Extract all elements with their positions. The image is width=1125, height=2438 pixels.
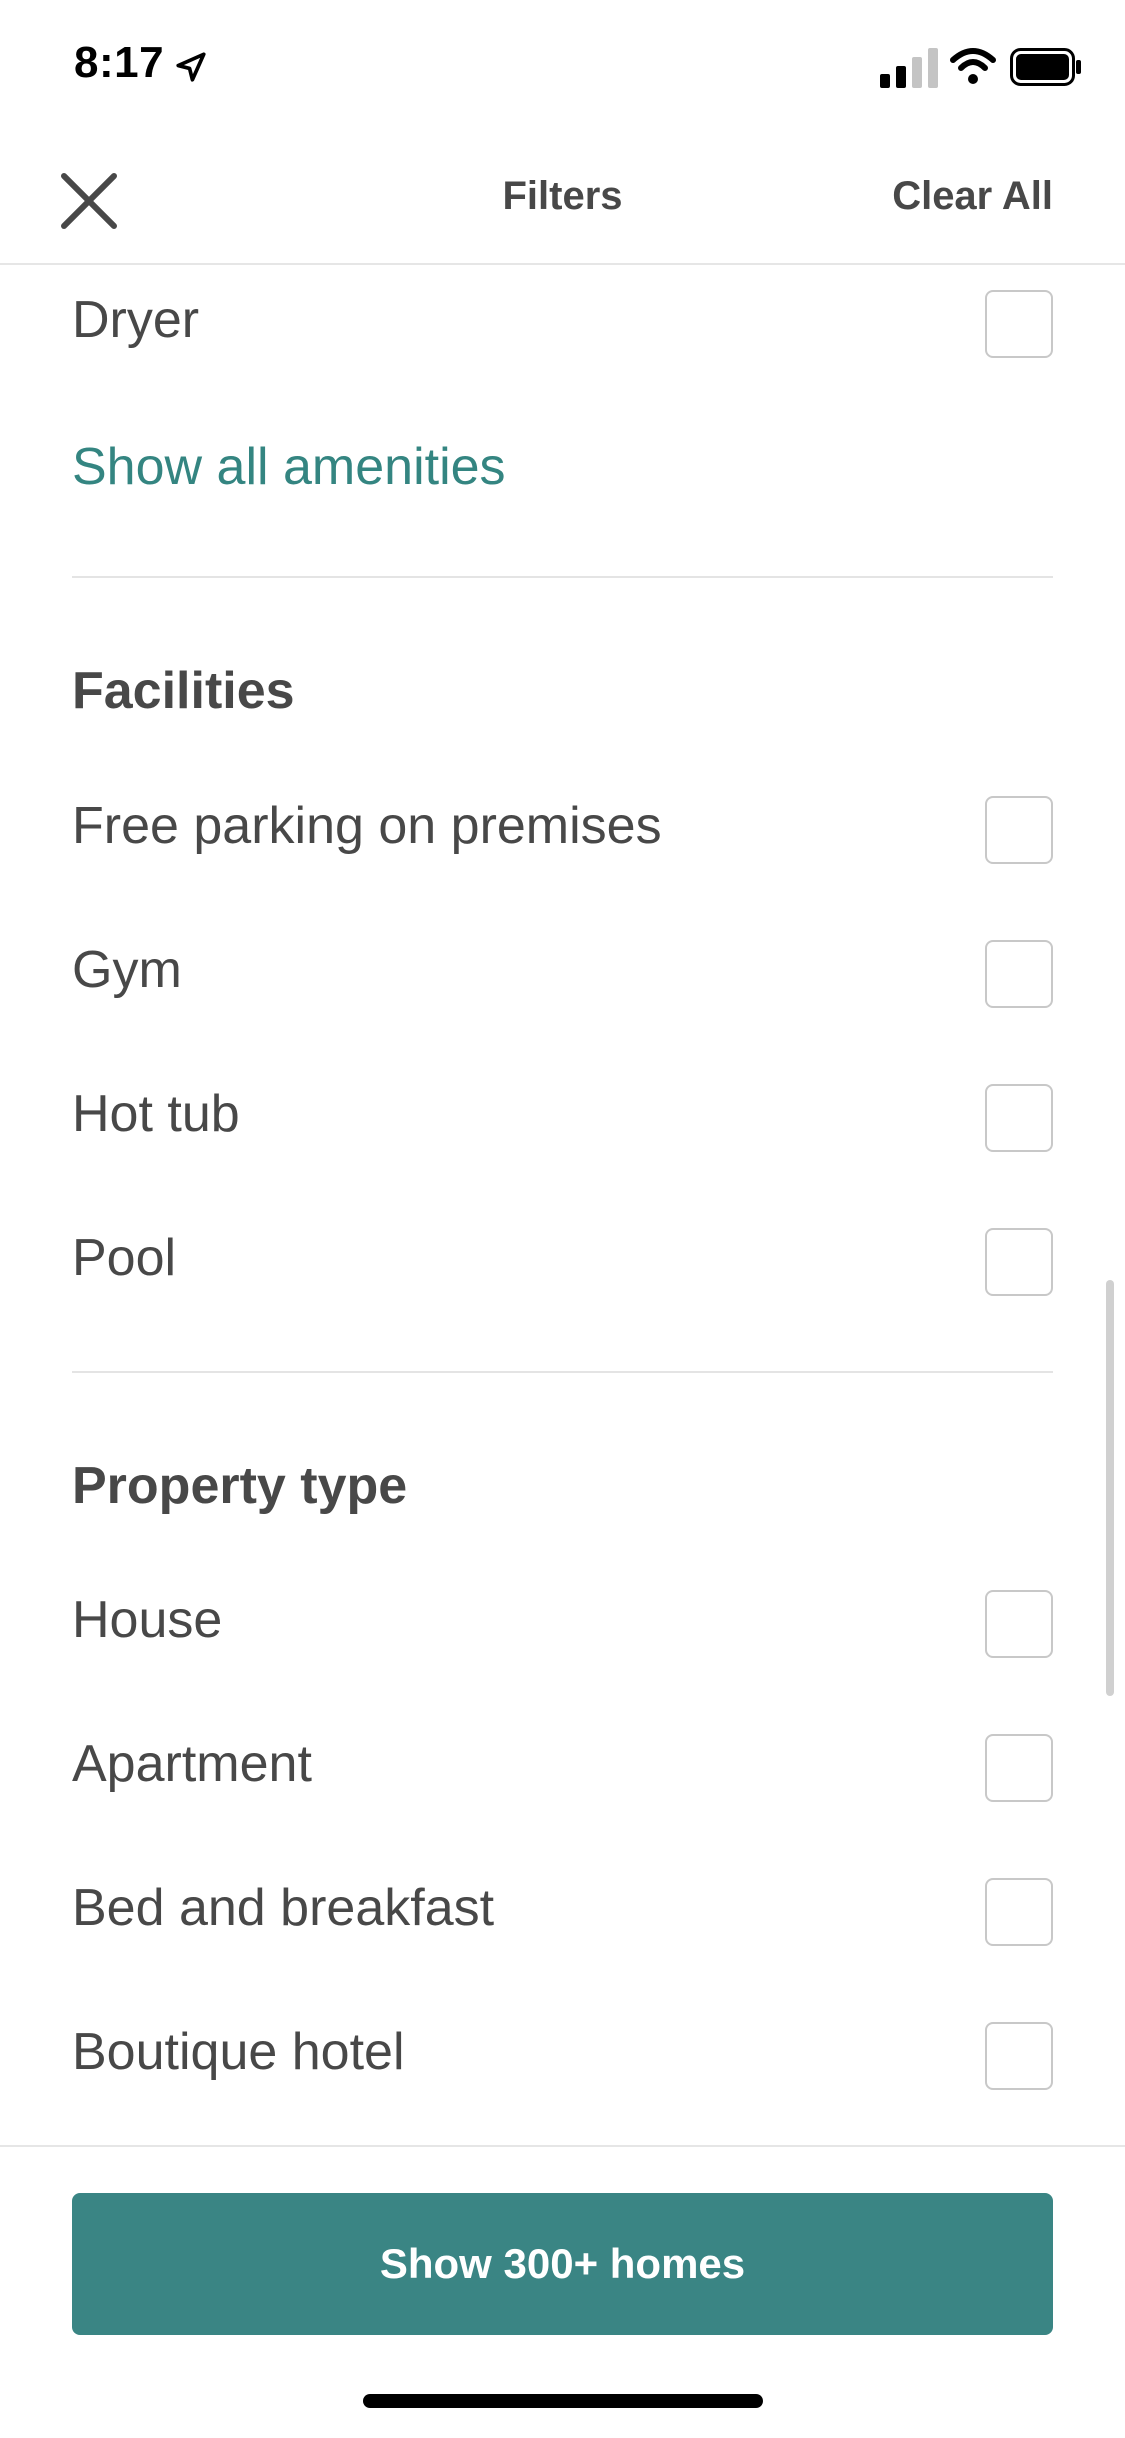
signal-icon — [880, 48, 938, 88]
section-title-property-type: Property type — [72, 1457, 408, 1515]
checkbox[interactable] — [985, 1084, 1053, 1152]
scrollbar[interactable] — [1106, 1280, 1114, 1696]
filter-row-hot-tub[interactable]: Hot tub — [72, 1059, 1053, 1159]
checkbox[interactable] — [985, 1734, 1053, 1802]
filter-label: Free parking on premises — [72, 797, 662, 855]
nav-bar: Filters Clear All — [0, 132, 1125, 265]
status-time: 8:17 — [74, 38, 165, 87]
filter-row-dryer[interactable]: Dryer — [72, 265, 1053, 365]
filter-row-apartment[interactable]: Apartment — [72, 1709, 1053, 1809]
checkbox[interactable] — [985, 290, 1053, 358]
checkbox[interactable] — [985, 1590, 1053, 1658]
divider — [72, 576, 1053, 578]
section-title-facilities: Facilities — [72, 662, 295, 720]
filter-row-boutique-hotel[interactable]: Boutique hotel — [72, 1997, 1053, 2097]
filter-label: Dryer — [72, 291, 200, 349]
filter-row-gym[interactable]: Gym — [72, 915, 1053, 1015]
location-arrow-icon — [176, 52, 206, 82]
show-homes-button[interactable]: Show 300+ homes — [72, 2193, 1053, 2335]
checkbox[interactable] — [985, 2022, 1053, 2090]
filter-label: Boutique hotel — [72, 2023, 405, 2081]
filters-list[interactable]: Dryer Show all amenities Facilities Free… — [0, 265, 1125, 2145]
home-indicator[interactable] — [363, 2394, 763, 2408]
filter-row-free-parking[interactable]: Free parking on premises — [72, 771, 1053, 871]
filter-row-house[interactable]: House — [72, 1565, 1053, 1665]
show-all-amenities-link[interactable]: Show all amenities — [72, 437, 506, 497]
filter-label: Gym — [72, 941, 182, 999]
checkbox[interactable] — [985, 1878, 1053, 1946]
filter-row-pool[interactable]: Pool — [72, 1203, 1053, 1303]
battery-icon — [1010, 48, 1081, 86]
checkbox[interactable] — [985, 940, 1053, 1008]
filter-label: Apartment — [72, 1735, 312, 1793]
filter-label: Hot tub — [72, 1085, 240, 1143]
divider — [72, 1371, 1053, 1373]
wifi-icon — [950, 48, 996, 84]
checkbox[interactable] — [985, 796, 1053, 864]
status-bar: 8:17 — [0, 0, 1125, 132]
filter-label: House — [72, 1591, 223, 1649]
filter-label: Pool — [72, 1229, 177, 1287]
filter-label: Bed and breakfast — [72, 1879, 495, 1937]
checkbox[interactable] — [985, 1228, 1053, 1296]
clear-all-button[interactable]: Clear All — [892, 174, 1053, 219]
filter-row-bed-and-breakfast[interactable]: Bed and breakfast — [72, 1853, 1053, 1953]
